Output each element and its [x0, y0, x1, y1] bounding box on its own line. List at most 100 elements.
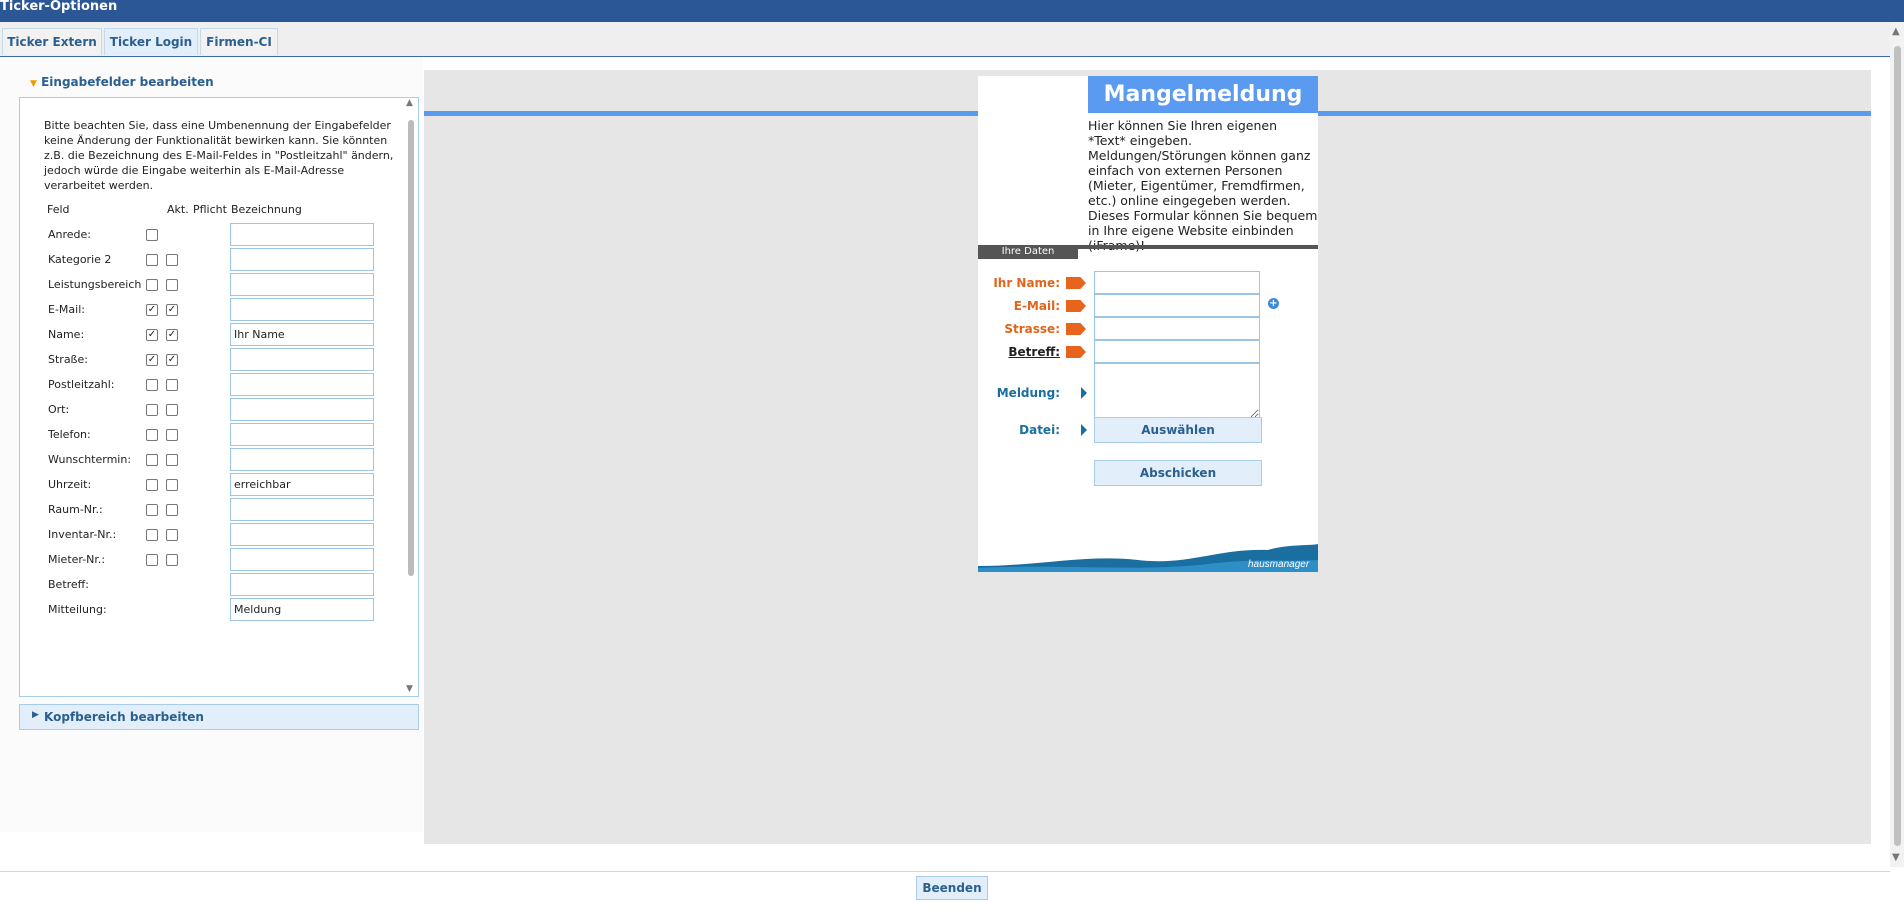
label-input[interactable]	[230, 448, 374, 471]
field-name: Straße:	[48, 353, 88, 366]
scroll-down-icon[interactable]: ▼	[406, 684, 413, 694]
submit-button[interactable]: Abschicken	[1094, 460, 1262, 486]
page-scrollbar-thumb[interactable]	[1894, 46, 1901, 846]
col-header-required: Pflicht	[193, 203, 227, 216]
required-checkbox[interactable]	[166, 429, 178, 441]
required-checkbox[interactable]: ✓	[166, 354, 178, 366]
active-checkbox[interactable]	[146, 404, 158, 416]
collapsed-caret-icon: ▶	[32, 710, 39, 720]
field-name: Raum-Nr.:	[48, 503, 103, 516]
required-checkbox[interactable]	[166, 279, 178, 291]
required-marker-icon	[1066, 277, 1086, 289]
col-header-active: Akt.	[167, 203, 189, 216]
field-row: E-Mail: ✓ ✓	[20, 298, 400, 324]
label-input[interactable]: Ihr Name	[230, 323, 374, 346]
label-input[interactable]	[230, 548, 374, 571]
active-checkbox[interactable]: ✓	[146, 304, 158, 316]
label-input[interactable]: erreichbar	[230, 473, 374, 496]
label-name: Ihr Name:	[993, 276, 1060, 290]
label-input[interactable]	[230, 423, 374, 446]
fields-editor-scrollbar[interactable]: ▲ ▼	[406, 98, 416, 696]
required-checkbox[interactable]: ✓	[166, 329, 178, 341]
field-row: Name: ✓ ✓ Ihr Name	[20, 323, 400, 349]
field-name: E-Mail:	[48, 303, 85, 316]
window-titlebar: Ticker-Optionen	[0, 0, 1904, 22]
required-checkbox[interactable]	[166, 479, 178, 491]
scroll-up-icon[interactable]: ▲	[1892, 26, 1900, 37]
label-datei: Datei:	[1019, 423, 1060, 437]
col-header-label: Bezeichnung	[231, 203, 302, 216]
ticker-preview-area: Mangelmeldung Hier können Sie Ihren eige…	[424, 70, 1871, 844]
field-name: Ort:	[48, 403, 70, 416]
active-checkbox[interactable]	[146, 279, 158, 291]
required-checkbox[interactable]	[166, 254, 178, 266]
field-row: Ort:	[20, 398, 400, 424]
name-input[interactable]	[1094, 271, 1260, 294]
scroll-down-icon[interactable]: ▼	[1892, 852, 1900, 863]
label-input[interactable]	[230, 523, 374, 546]
tab-firmen-ci[interactable]: Firmen-CI	[200, 28, 278, 55]
field-name: Inventar-Nr.:	[48, 528, 117, 541]
field-row: Mitteilung: Meldung	[20, 598, 400, 624]
betreff-input[interactable]	[1094, 340, 1260, 363]
active-checkbox[interactable]	[146, 479, 158, 491]
strasse-input[interactable]	[1094, 317, 1260, 340]
required-checkbox[interactable]: ✓	[166, 304, 178, 316]
label-input[interactable]	[230, 373, 374, 396]
active-checkbox[interactable]	[146, 429, 158, 441]
required-checkbox[interactable]	[166, 404, 178, 416]
active-checkbox[interactable]	[146, 254, 158, 266]
tab-ticker-login[interactable]: Ticker Login	[104, 28, 198, 55]
required-checkbox[interactable]	[166, 454, 178, 466]
email-input[interactable]	[1094, 294, 1260, 317]
active-checkbox[interactable]	[146, 554, 158, 566]
fields-editor-scrollbar-thumb[interactable]	[408, 120, 414, 576]
active-checkbox[interactable]: ✓	[146, 329, 158, 341]
page-scrollbar[interactable]: ▲ ▼	[1890, 22, 1904, 867]
label-betreff: Betreff:	[1008, 345, 1060, 359]
label-input[interactable]	[230, 573, 374, 596]
active-checkbox[interactable]	[146, 504, 158, 516]
required-checkbox[interactable]	[166, 504, 178, 516]
choose-file-button[interactable]: Auswählen	[1094, 417, 1262, 443]
accordion-kopfbereich-title: Kopfbereich bearbeiten	[44, 710, 204, 724]
active-checkbox[interactable]	[146, 379, 158, 391]
required-checkbox[interactable]	[166, 379, 178, 391]
label-input[interactable]	[230, 223, 374, 246]
field-row: Inventar-Nr.:	[20, 523, 400, 549]
close-button[interactable]: Beenden	[916, 876, 988, 900]
accordion-kopfbereich-header[interactable]: ▶ Kopfbereich bearbeiten	[19, 704, 419, 730]
active-checkbox[interactable]: ✓	[146, 354, 158, 366]
required-checkbox[interactable]	[166, 554, 178, 566]
field-name: Uhrzeit:	[48, 478, 92, 491]
fields-editor: Bitte beachten Sie, dass eine Umbenennun…	[19, 97, 419, 697]
field-name: Telefon:	[48, 428, 91, 441]
label-input[interactable]	[230, 248, 374, 271]
label-input[interactable]: Meldung	[230, 598, 374, 621]
add-email-icon[interactable]: +	[1268, 298, 1279, 309]
active-checkbox[interactable]	[146, 454, 158, 466]
widget-intro-text: Hier können Sie Ihren eigenen *Text* ein…	[1088, 118, 1318, 253]
active-checkbox[interactable]	[146, 529, 158, 541]
label-meldung: Meldung:	[996, 386, 1060, 400]
field-name: Mitteilung:	[48, 603, 107, 616]
field-row: Anrede:	[20, 223, 400, 249]
ticker-widget: Mangelmeldung Hier können Sie Ihren eige…	[978, 76, 1318, 572]
field-row: Uhrzeit: erreichbar	[20, 473, 400, 499]
active-checkbox[interactable]	[146, 229, 158, 241]
label-input[interactable]	[230, 298, 374, 321]
label-input[interactable]	[230, 498, 374, 521]
optional-marker-icon	[1081, 424, 1087, 436]
field-name: Wunschtermin:	[48, 453, 132, 466]
field-row: Mieter-Nr.:	[20, 548, 400, 574]
accordion-eingabefelder-header[interactable]: ▼ Eingabefelder bearbeiten	[30, 75, 214, 89]
meldung-textarea[interactable]	[1094, 363, 1260, 419]
scroll-up-icon[interactable]: ▲	[406, 98, 413, 108]
accordion-eingabefelder-title: Eingabefelder bearbeiten	[41, 75, 214, 89]
field-row: Postleitzahl:	[20, 373, 400, 399]
label-input[interactable]	[230, 398, 374, 421]
label-input[interactable]	[230, 273, 374, 296]
label-input[interactable]	[230, 348, 374, 371]
tab-ticker-extern[interactable]: Ticker Extern	[2, 28, 102, 55]
required-checkbox[interactable]	[166, 529, 178, 541]
